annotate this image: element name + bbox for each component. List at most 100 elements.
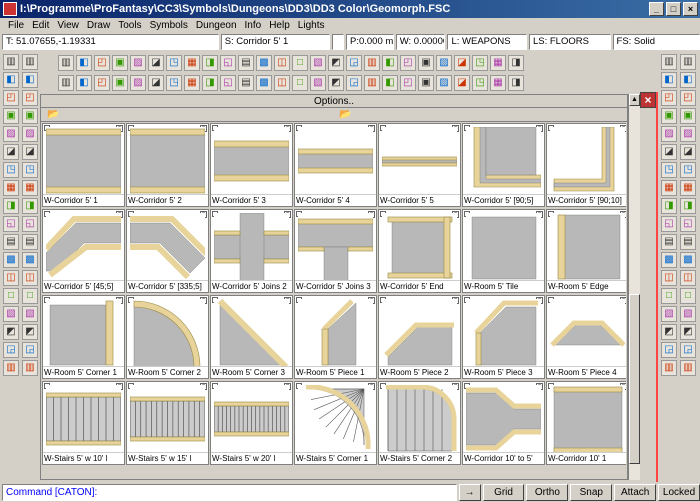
tool-icon[interactable]: ◫ [22,270,38,286]
tool-icon[interactable]: ◨ [508,55,524,71]
tool-icon[interactable]: ▧ [310,55,326,71]
symbol-display[interactable]: S: Corridor 5' 1 [220,34,331,50]
tool-icon[interactable]: ▣ [22,108,38,124]
tool-icon[interactable]: ▨ [436,75,452,91]
menu-dungeon[interactable]: Dungeon [192,18,241,33]
symbol-tile[interactable]: ≡ W-Corridor 10' 1 [546,381,626,465]
options-button[interactable]: Options.. [41,95,627,108]
tool-icon[interactable]: ◨ [22,198,38,214]
tool-icon[interactable]: ◨ [3,198,19,214]
tool-icon[interactable]: ▥ [3,360,19,376]
tool-icon[interactable]: ▨ [3,126,19,142]
tool-icon[interactable]: ◱ [220,55,236,71]
symbol-tile[interactable]: ≡ W-Room 5' Corner 2 [126,295,209,379]
tool-icon[interactable]: ▥ [680,54,696,70]
tool-icon[interactable]: ▧ [3,306,19,322]
tool-icon[interactable]: □ [22,288,38,304]
tool-icon[interactable]: ◲ [346,55,362,71]
tool-icon[interactable]: ◩ [680,324,696,340]
tool-icon[interactable]: ◳ [472,55,488,71]
tool-icon[interactable]: ▦ [3,180,19,196]
tool-icon[interactable]: ▣ [112,75,128,91]
tool-icon[interactable]: ▦ [490,75,506,91]
symbol-tile[interactable]: ≡ W-Stairs 5' Corner 2 [378,381,461,465]
tool-icon[interactable]: ▤ [661,234,677,250]
tool-icon[interactable]: ◰ [661,90,677,106]
tool-icon[interactable]: ▤ [238,55,254,71]
scroll-thumb[interactable] [629,294,640,464]
symbol-tile[interactable]: ≡ W-Room 5' Piece 3 [462,295,545,379]
menu-edit[interactable]: Edit [28,18,53,33]
scroll-up-icon[interactable]: ▲ [629,94,640,106]
tool-icon[interactable]: □ [3,288,19,304]
tool-icon[interactable]: ◱ [680,216,696,232]
tool-icon[interactable]: ▥ [22,54,38,70]
tool-icon[interactable]: ◩ [328,55,344,71]
catalog-scrollbar[interactable]: ▲ [628,94,640,480]
tool-icon[interactable]: ◨ [202,55,218,71]
menu-view[interactable]: View [53,18,83,33]
tool-icon[interactable]: ▤ [22,234,38,250]
tool-icon[interactable]: ◱ [220,75,236,91]
tool-icon[interactable]: ▥ [680,360,696,376]
tool-icon[interactable]: ◧ [661,72,677,88]
symbol-tile[interactable]: ≡ W-Corridor 5' 3 [210,123,293,207]
grid-button[interactable]: Grid [482,483,525,501]
tool-icon[interactable]: ▤ [238,75,254,91]
symbol-tile[interactable]: ≡ W-Stairs 5' w 20' l [210,381,293,465]
tool-icon[interactable]: □ [292,55,308,71]
tool-icon[interactable]: ▩ [256,75,272,91]
tool-icon[interactable]: ▥ [364,75,380,91]
tool-icon[interactable]: ▦ [680,180,696,196]
tool-icon[interactable]: ◪ [454,55,470,71]
tool-icon[interactable]: ◧ [76,75,92,91]
symbol-tile[interactable]: ≡ W-Corridor 5' End [378,209,461,293]
tool-icon[interactable]: ◧ [76,55,92,71]
tool-icon[interactable]: □ [661,288,677,304]
tool-icon[interactable]: ◳ [22,162,38,178]
tool-icon[interactable]: ▣ [3,108,19,124]
tool-icon[interactable]: ▦ [661,180,677,196]
tool-icon[interactable]: ▦ [184,55,200,71]
tool-icon[interactable]: ▥ [3,54,19,70]
tool-icon[interactable]: ▥ [58,55,74,71]
symbol-tile[interactable]: ≡ W-Corridor 5' 4 [294,123,377,207]
locked-button[interactable]: Locked [658,483,700,501]
tool-icon[interactable]: ▨ [661,126,677,142]
symbol-tile[interactable]: ≡ W-Room 5' Tile [462,209,545,293]
tool-icon[interactable]: ◪ [22,144,38,160]
ortho-button[interactable]: Ortho [526,483,569,501]
maximize-button[interactable]: □ [666,2,681,16]
tool-icon[interactable]: ◧ [3,72,19,88]
tool-icon[interactable]: ◱ [3,216,19,232]
tool-icon[interactable]: ◰ [94,55,110,71]
tool-icon[interactable]: ▧ [22,306,38,322]
symbol-tile[interactable]: ≡ W-Corridor 5' [90;10] [546,123,626,207]
tool-icon[interactable]: ◨ [680,198,696,214]
tool-icon[interactable]: ◱ [661,216,677,232]
symbol-tile[interactable]: ≡ W-Room 5' Edge [546,209,626,293]
tool-icon[interactable]: ▤ [680,234,696,250]
symbol-tile[interactable]: ≡ W-Corridor 5' [335;5] [126,209,209,293]
tool-icon[interactable]: ▥ [22,360,38,376]
tool-icon[interactable]: ▧ [661,306,677,322]
tool-icon[interactable]: ▤ [3,234,19,250]
menu-symbols[interactable]: Symbols [146,18,192,33]
tool-icon[interactable]: ◲ [661,342,677,358]
color-swatch[interactable] [332,34,344,50]
symbol-tile[interactable]: ≡ W-Room 5' Piece 4 [546,295,626,379]
tool-icon[interactable]: ◪ [148,75,164,91]
tool-icon[interactable]: ◧ [680,72,696,88]
symbol-tile[interactable]: ≡ W-Stairs 5' w 10' l [42,381,125,465]
menu-lights[interactable]: Lights [294,18,329,33]
tool-icon[interactable]: ◪ [454,75,470,91]
symbol-tile[interactable]: ≡ W-Corridor 5' Joins 3 [294,209,377,293]
tool-icon[interactable]: ▦ [22,180,38,196]
tool-icon[interactable]: ▣ [680,108,696,124]
tool-icon[interactable]: ▥ [661,360,677,376]
snap-button[interactable]: Snap [570,483,613,501]
tool-icon[interactable]: ◫ [3,270,19,286]
linestyle-display[interactable]: LS: FLOORS [528,34,611,50]
menu-file[interactable]: File [4,18,28,33]
menu-info[interactable]: Info [241,18,266,33]
